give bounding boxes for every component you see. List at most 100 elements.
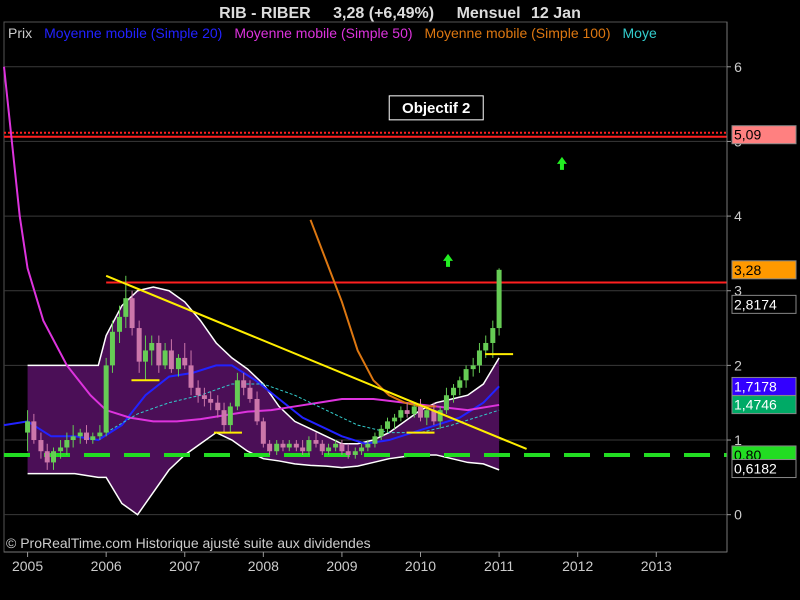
header-date: 12 Jan [531, 5, 581, 22]
candle-body [215, 402, 221, 411]
candle-body [162, 350, 168, 366]
candle-body [306, 440, 312, 452]
price-label: 3,28 [734, 262, 761, 278]
x-tick-label: 2005 [12, 558, 43, 574]
candle-body [31, 421, 37, 441]
candle-body [129, 298, 135, 329]
candle-body [319, 443, 325, 452]
candle-body [201, 395, 207, 399]
y-tick-label: 6 [734, 59, 742, 75]
candle-body [457, 380, 463, 388]
candle-body [142, 350, 148, 362]
candle-body [333, 443, 339, 448]
legend: Prix Moyenne mobile (Simple 20) Moyenne mo… [8, 25, 657, 41]
candle-body [97, 432, 103, 437]
candle-body [136, 328, 142, 362]
candle-body [260, 421, 266, 444]
x-tick-label: 2011 [484, 558, 514, 574]
candle-body [392, 417, 398, 422]
candle-body [25, 421, 31, 433]
price-label: 1,4746 [734, 397, 777, 413]
price-label: 2,8174 [734, 296, 777, 312]
candle-body [254, 398, 260, 422]
header-symbol: RIB - RIBER [219, 5, 311, 22]
candle-body [208, 398, 214, 403]
candle-body [267, 443, 273, 452]
legend-item: Moyenne mobile (Simple 20) [44, 25, 222, 41]
annotation-text: Objectif 2 [402, 100, 470, 117]
legend-item: Prix [8, 25, 32, 41]
candle-body [274, 443, 280, 452]
candle-body [372, 436, 378, 444]
candle-body [280, 443, 286, 448]
candle-body [476, 350, 482, 366]
candle-body [117, 316, 123, 332]
x-tick-label: 2012 [562, 558, 593, 574]
candle-body [64, 440, 70, 448]
candle-body [182, 357, 188, 366]
candle-body [404, 410, 410, 414]
candle-body [70, 436, 76, 441]
price-label: 5,09 [734, 127, 761, 143]
candle-body [44, 451, 50, 463]
candle-body [313, 440, 319, 444]
candle-body [90, 436, 96, 441]
x-tick-label: 2008 [248, 558, 279, 574]
y-tick-label: 4 [734, 208, 742, 224]
candle-body [286, 443, 292, 448]
candle-body [418, 406, 424, 418]
objective-annotation: Objectif 2 [388, 95, 484, 121]
candle-body [490, 328, 496, 343]
candle-body [247, 387, 253, 399]
x-tick-label: 2013 [641, 558, 672, 574]
candle-body [365, 443, 371, 448]
candle-body [345, 451, 351, 455]
candle-body [352, 451, 358, 455]
candle-body [483, 342, 489, 351]
candle-body [293, 443, 299, 448]
legend-item: Moye [623, 25, 657, 41]
candle-body [188, 365, 194, 388]
candle-body [443, 395, 449, 411]
legend-item: Moyenne mobile (Simple 100) [425, 25, 611, 41]
candle-body [300, 447, 306, 452]
candle-body [339, 443, 345, 452]
price-chart: RIB - RIBER 3,28 (+6,49%) Mensuel 12 Jan… [0, 0, 800, 600]
candle-body [51, 451, 57, 463]
x-tick-label: 2010 [405, 558, 436, 574]
candle-body [424, 410, 430, 418]
candle-body [470, 365, 476, 370]
candle-body [77, 432, 83, 437]
header-period: Mensuel [457, 5, 521, 22]
candle-body [58, 447, 64, 452]
candle-body [175, 357, 181, 370]
candle-body [168, 350, 174, 370]
candle-body [227, 406, 233, 426]
candle-body [385, 421, 391, 429]
candle-body [451, 387, 457, 396]
candle-body [38, 440, 44, 452]
header-quote: 3,28 (+6,49%) [333, 5, 434, 22]
y-tick-label: 0 [734, 507, 742, 523]
candle-body [326, 447, 332, 452]
x-tick-label: 2006 [91, 558, 122, 574]
candle-body [195, 387, 201, 396]
price-label: 1,7178 [734, 378, 777, 394]
candle-body [156, 342, 162, 366]
candle-body [496, 269, 502, 329]
candle-body [109, 331, 115, 366]
candle-body [221, 410, 227, 426]
chart-background [0, 0, 800, 600]
candle-body [378, 428, 384, 437]
x-tick-label: 2009 [326, 558, 357, 574]
candle-body [103, 365, 109, 433]
legend-item: Moyenne mobile (Simple 50) [234, 25, 412, 41]
candle-body [234, 380, 240, 407]
y-tick-label: 2 [734, 357, 742, 373]
candle-body [359, 447, 365, 452]
candle-body [398, 410, 404, 418]
candle-body [241, 380, 247, 388]
candle-body [149, 342, 155, 351]
copyright-text: © ProRealTime.com Historique ajusté suit… [6, 535, 371, 551]
candle-body [463, 369, 469, 381]
